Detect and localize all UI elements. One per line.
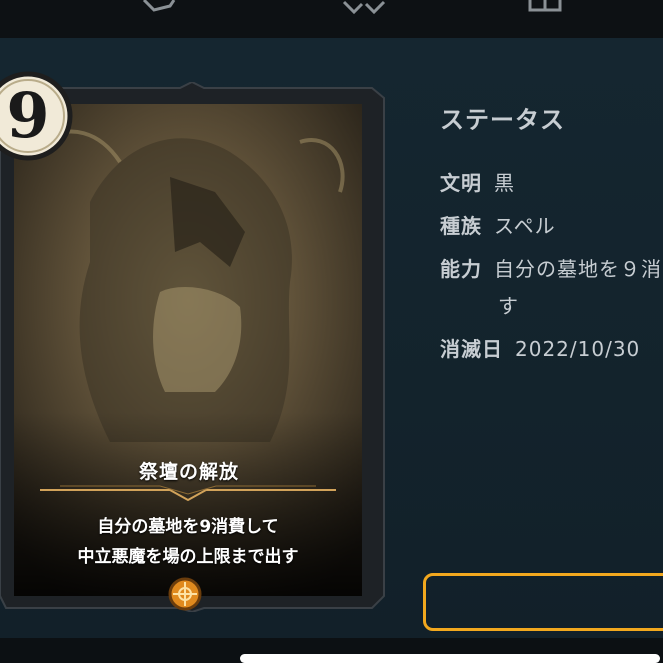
action-button[interactable] — [423, 573, 663, 631]
home-indicator[interactable] — [240, 654, 660, 663]
status-row-ability: 能力 自分の墓地を９消 — [440, 253, 662, 282]
status-row-type: 種族 スペル — [440, 210, 556, 239]
type-label: 種族 — [440, 214, 482, 238]
tools-icon[interactable] — [340, 0, 388, 14]
status-row-civilization: 文明黒 — [440, 167, 515, 196]
status-heading: ステータス — [440, 106, 565, 134]
card-icon[interactable] — [140, 0, 180, 14]
cost-number: 9 — [6, 79, 50, 152]
expire-value: 2022/10/30 — [515, 337, 641, 361]
expire-label: 消滅日 — [440, 337, 503, 361]
civilization-gem-icon — [170, 579, 200, 609]
grid-icon[interactable] — [528, 0, 562, 14]
ability-value: 自分の墓地を９消 — [494, 257, 662, 281]
card-text-line-2: 中立悪魔を場の上限まで出す — [77, 547, 299, 567]
card-name: 祭壇の解放 — [138, 461, 239, 483]
civilization-value: 黒 — [494, 171, 515, 195]
ability-label: 能力 — [440, 257, 482, 281]
status-row-expire: 消滅日 2022/10/30 — [440, 333, 640, 362]
civilization-label: 文明 — [440, 171, 482, 195]
ability-value-continued: す — [498, 294, 518, 318]
top-nav-bar — [0, 0, 663, 38]
card-text-line-1: 自分の墓地を9消費して — [97, 517, 279, 537]
type-value: スペル — [494, 214, 556, 238]
